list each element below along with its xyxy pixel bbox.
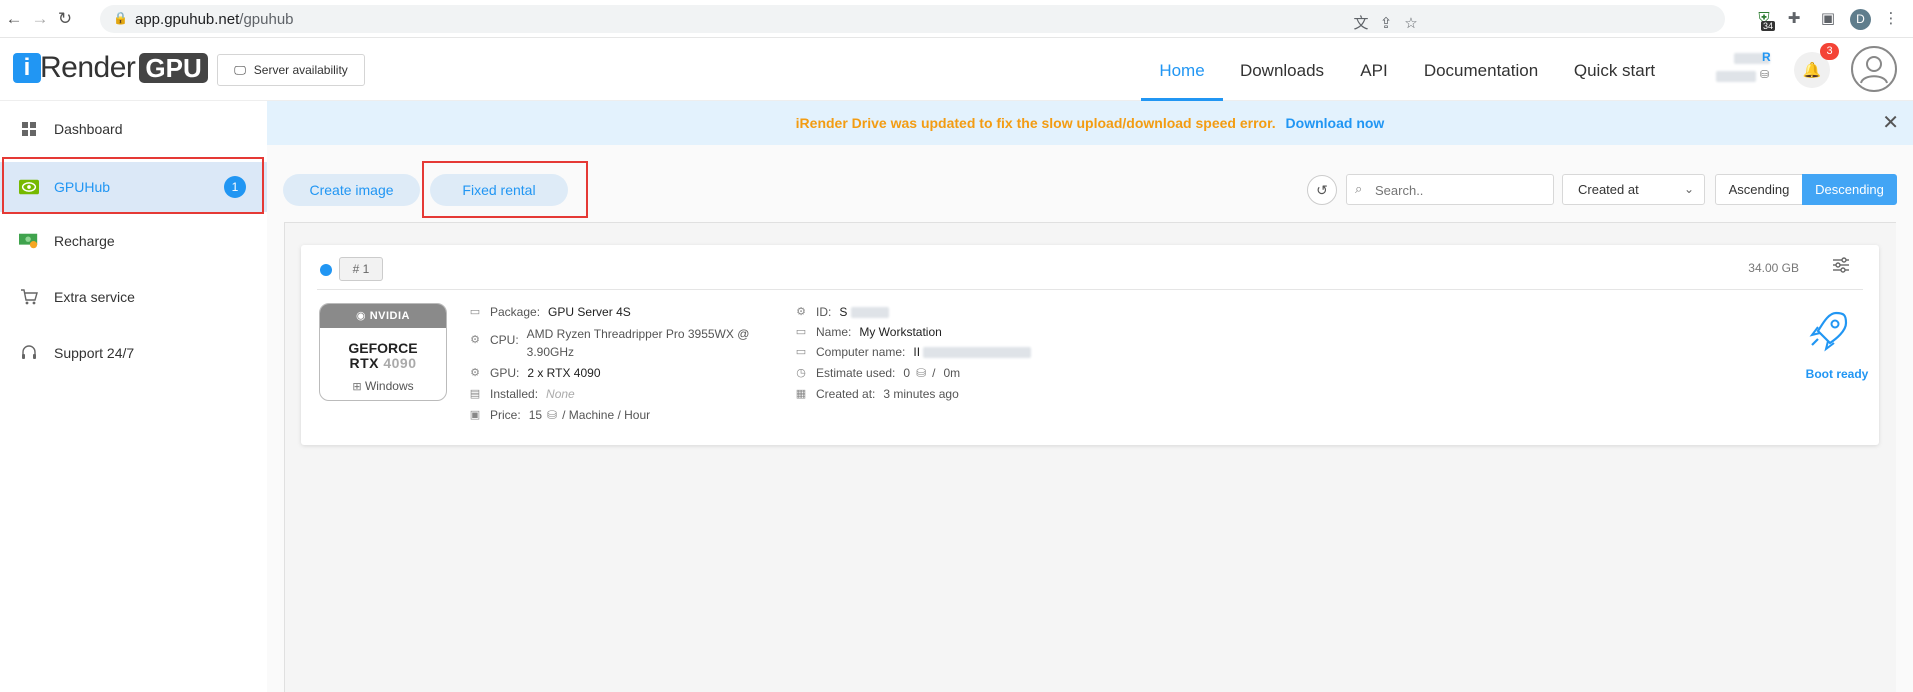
dashboard-icon <box>19 119 39 139</box>
coin-icon: ⛁ <box>547 408 558 422</box>
user-avatar-icon <box>1860 56 1888 84</box>
price-icon: ▣ <box>469 409 481 421</box>
rocket-icon[interactable] <box>1806 307 1852 353</box>
notification-count-badge: 3 <box>1820 43 1839 60</box>
cpu-icon: ⚙ <box>470 334 480 346</box>
settings-sliders-icon[interactable] <box>1831 257 1851 277</box>
create-image-button[interactable]: Create image <box>283 174 420 206</box>
browser-profile-avatar[interactable]: D <box>1850 9 1871 30</box>
share-icon[interactable]: ⇪ <box>1376 14 1396 34</box>
estimate-row: ◷ Estimate used: 0 ⛁ / 0m <box>796 366 961 380</box>
translate-icon[interactable]: 文 <box>1351 14 1371 34</box>
sidebar-item-recharge[interactable]: Recharge <box>0 216 267 266</box>
gpu-icon: ⚙ <box>470 367 480 379</box>
card-divider <box>317 289 1863 290</box>
headset-icon <box>19 343 39 363</box>
app-header: i Render GPU 🖵 Server availability Home … <box>0 38 1913 101</box>
calendar-icon: ▦ <box>795 388 807 400</box>
computer-name-row: ▭ Computer name: II <box>795 345 1032 359</box>
url-host: app.gpuhub.net <box>135 11 240 28</box>
lock-icon: 🔒 <box>113 11 128 25</box>
computer-name-redacted <box>923 347 1032 358</box>
nav-downloads[interactable]: Downloads <box>1237 38 1327 101</box>
sidebar-item-label: Support 24/7 <box>54 345 135 361</box>
search-icon: ⌕ <box>1355 181 1363 196</box>
search-input[interactable] <box>1375 180 1545 200</box>
irender-logo[interactable]: i Render GPU <box>13 51 208 84</box>
extension-badge: 34 <box>1761 21 1776 31</box>
id-row: ⚙ ID: S <box>795 305 890 319</box>
cart-icon <box>19 287 39 307</box>
coin-icon: ⛁ <box>1760 69 1770 81</box>
sidebar-item-dashboard[interactable]: Dashboard <box>0 104 267 154</box>
gpu-series: GEFORCE <box>348 340 418 356</box>
back-arrow-icon[interactable]: ← <box>4 9 24 29</box>
nav-home[interactable]: Home <box>1141 38 1223 101</box>
money-icon <box>19 231 39 251</box>
ascending-button[interactable]: Ascending <box>1715 174 1803 205</box>
banner-message: iRender Drive was updated to fix the slo… <box>795 115 1276 131</box>
machine-number-tag: # 1 <box>339 257 383 281</box>
forward-arrow-icon[interactable]: → <box>30 9 50 29</box>
package-icon: ▭ <box>469 306 481 318</box>
refresh-icon[interactable]: ↺ <box>1307 175 1337 205</box>
gpu-model: RTX 4090 <box>349 355 417 371</box>
highlight-box-gpuhub <box>2 157 264 214</box>
puzzle-extensions-icon[interactable]: ✚ <box>1784 9 1804 29</box>
installed-row: ▤ Installed: None <box>469 387 575 401</box>
descending-button[interactable]: Descending <box>1802 174 1897 205</box>
server-availability-button[interactable]: 🖵 Server availability <box>217 54 365 86</box>
sidebar-item-label: Recharge <box>54 233 115 249</box>
search-box: ⌕ <box>1346 174 1554 205</box>
coin-icon: ⛁ <box>916 366 927 380</box>
price-row: ▣ Price: 15 ⛁ / Machine / Hour <box>469 408 651 422</box>
name-icon: ▭ <box>795 326 807 338</box>
machine-card: # 1 34.00 GB ◉ NVIDIA GEFORCE RTX 4090 ⊞… <box>301 245 1879 445</box>
address-bar[interactable]: 🔒 app.gpuhub.net/gpuhub 文 ⇪ ☆ <box>100 5 1725 33</box>
sort-field-select[interactable]: Created at ⌄ <box>1562 174 1705 205</box>
created-row: ▦ Created at: 3 minutes ago <box>795 387 959 401</box>
sidebar-item-extra-service[interactable]: Extra service <box>0 272 267 322</box>
cpu-row: ⚙ CPU: AMD Ryzen Threadripper Pro 3955WX… <box>470 327 750 359</box>
status-dot <box>320 264 332 276</box>
id-redacted <box>851 307 890 318</box>
close-icon[interactable]: ✕ <box>1882 113 1899 133</box>
chevron-down-icon: ⌄ <box>1683 182 1694 196</box>
gpu-badge: ◉ NVIDIA GEFORCE RTX 4090 ⊞ Windows <box>319 303 447 401</box>
user-balance-redacted <box>1716 71 1756 82</box>
nav-quick-start[interactable]: Quick start <box>1567 38 1662 101</box>
nav-api[interactable]: API <box>1352 38 1396 101</box>
menu-dots-icon[interactable]: ⋮ <box>1881 9 1901 29</box>
monitor-icon: 🖵 <box>234 62 246 77</box>
highlight-box-fixed-rental <box>422 161 588 218</box>
nav-documentation[interactable]: Documentation <box>1421 38 1541 101</box>
nvidia-eye-icon: ◉ <box>356 310 370 322</box>
banner-download-link[interactable]: Download now <box>1286 115 1385 131</box>
nvidia-brand-bar: ◉ NVIDIA <box>320 304 446 328</box>
browser-toolbar: ← → ↻ 🔒 app.gpuhub.net/gpuhub 文 ⇪ ☆ ⛨ 34… <box>0 0 1913 38</box>
sidebar-item-support[interactable]: Support 24/7 <box>0 328 267 378</box>
storage-size: 34.00 GB <box>1748 261 1799 275</box>
user-brand-icon: R <box>1762 50 1771 64</box>
computer-icon: ▭ <box>795 346 807 358</box>
installed-icon: ▤ <box>469 388 481 400</box>
clock-icon: ◷ <box>796 367 806 379</box>
bookmark-star-icon[interactable]: ☆ <box>1401 14 1421 34</box>
announcement-banner: iRender Drive was updated to fix the slo… <box>267 101 1913 145</box>
reload-icon[interactable]: ↻ <box>55 9 75 29</box>
windows-icon: ⊞ <box>352 381 362 393</box>
package-row: ▭ Package: GPU Server 4S <box>469 305 631 319</box>
id-icon: ⚙ <box>796 306 806 318</box>
os-label: ⊞ Windows <box>352 379 414 393</box>
boot-ready-button[interactable]: Boot ready <box>1792 367 1882 381</box>
side-panel-icon[interactable]: ▣ <box>1818 9 1838 29</box>
user-avatar[interactable] <box>1851 46 1897 92</box>
sidebar-item-label: Extra service <box>54 289 135 305</box>
gpu-row: ⚙ GPU: 2 x RTX 4090 <box>470 366 601 380</box>
sidebar-item-label: Dashboard <box>54 121 123 137</box>
url-path: /gpuhub <box>239 11 294 28</box>
name-row: ▭ Name: My Workstation <box>795 325 942 339</box>
